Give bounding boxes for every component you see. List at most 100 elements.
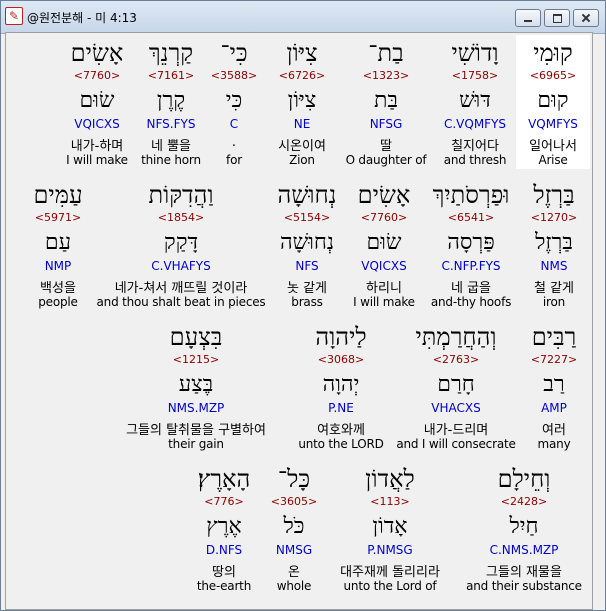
word-cell[interactable]: עַמִּים <5971> עַם NMP 백성을 people [28,177,88,311]
hebrew-word: וַהֲדִקּוֹת [148,181,214,209]
close-button[interactable] [573,9,599,27]
hebrew-word: הָאָרֶץ׃ [197,465,251,493]
strongs-number[interactable]: <5971> [28,211,88,224]
korean-gloss: 내가-하며 [70,139,124,154]
word-cell[interactable]: הָאָרֶץ׃ <776> אֶרֶץ D.NFS 땅의 the-earth [186,461,262,595]
app-icon: ✎ [5,7,23,25]
parsing-code: NFSG [369,117,403,131]
strongs-number[interactable]: <6541> [426,211,516,224]
strongs-number[interactable]: <6965> [516,69,590,82]
english-gloss: the-earth [196,579,252,593]
korean-gloss: 네가-쳐서 깨뜨릴 것이라 [114,281,248,296]
word-cell[interactable]: נְחוּשָׁה <5154> נְחוּשָׁה NFS 놋 같게 bras… [272,177,342,311]
analysis-panel: קוּמִי <6965> קוּם VQMFYS 일어나서 Arise וָד… [5,32,593,610]
strongs-number[interactable]: <776> [186,495,262,508]
word-cell[interactable]: בַת־ <1323> בַּת NFSG 딸 O daughter of [346,35,427,169]
parsing-code: NMSG [275,543,313,557]
parsing-code: C.NMS.MZP [489,543,559,557]
strongs-number[interactable]: <1758> [436,69,514,82]
word-cell[interactable]: וָדוֹשִׁי <1758> דּוּשׁ C.VQMFYS 칠지어다 an… [436,35,514,169]
parsing-code: C.VQMFYS [443,117,507,131]
hebrew-word: בַת־ [368,39,404,67]
korean-gloss: 놋 같게 [286,281,327,296]
lemma: בֶּצַע [178,372,214,397]
lemma: נְחוּשָׁה [279,230,335,255]
hebrew-word: בַּרְזֶל [533,181,575,209]
lemma: חָרַם [437,372,475,397]
strongs-number[interactable]: <7227> [520,353,588,366]
word-cell[interactable]: וְחֵילָם <2428> חַיִל C.NMS.MZP 그들의 재물을 … [466,461,582,595]
lemma: כֹּל [283,514,305,539]
strongs-number[interactable]: <7760> [62,69,132,82]
strongs-number[interactable]: <1323> [346,69,426,82]
strongs-number[interactable]: <2428> [476,495,572,508]
word-cell[interactable]: וַהֲדִקּוֹת <1854> דָּקַק C.VHAFYS 네가-쳐서… [97,177,266,311]
hebrew-word: וְחֵילָם [497,465,551,493]
strongs-number[interactable]: <3068> [300,353,382,366]
strongs-number[interactable]: <5154> [272,211,342,224]
lemma: קֶרֶן [156,88,186,113]
korean-gloss: 땅의 [212,565,236,580]
word-cell[interactable]: וְהַחֲרַמְתִּי <2763> חָרַם VHACXS 내가-드리… [396,319,516,453]
lemma: בַּרְזֶל [535,230,573,255]
parsing-code: NFS.FYS [146,117,196,131]
korean-gloss: 그들의 재물을 [486,565,562,580]
word-cell[interactable]: אָשִׂים <7760> שׂוּם VQICXS 내가-하며 I will… [62,35,132,169]
word-cell[interactable]: רַבִּים <7227> רַב AMP 여러 many [520,319,588,453]
parsing-code: NMS.MZP [167,401,225,415]
word-cell[interactable]: לַיהוָה <3068> יְהוָה P.NE 여호와께 unto the… [298,319,383,453]
lemma: דּוּשׁ [459,88,491,113]
korean-gloss: 여호와께 [317,423,365,438]
hebrew-word: קוּמִי [533,39,573,67]
lemma: רַב [543,372,565,397]
parsing-code: VQICXS [74,117,120,131]
hebrew-word: עַמִּים [33,181,83,209]
strongs-number[interactable]: <7161> [136,69,206,82]
hebrew-word: לַיהוָה [315,323,367,351]
parsing-code: P.NE [328,401,354,415]
strongs-number[interactable]: <7760> [346,211,422,224]
hebrew-word: צִיּוֹן [286,39,318,67]
maximize-button[interactable] [544,9,570,27]
strongs-number[interactable]: <2763> [406,353,506,366]
minimize-button[interactable] [515,9,541,27]
lemma: דָּקַק [163,230,199,255]
parsing-code: VQMFYS [528,117,578,131]
hebrew-word: כָּל־ [277,465,311,493]
hebrew-word: אָשִׂים [70,39,124,67]
strongs-number[interactable]: <1215> [136,353,256,366]
verse-row: רַבִּים <7227> רַב AMP 여러 many וְהַחֲרַמ… [6,319,592,455]
lemma: אֶרֶץ [206,514,242,539]
strongs-number[interactable]: <3605> [264,495,324,508]
lemma: עַם [44,230,72,255]
lemma: שׂוּם [79,88,115,113]
title-bar[interactable]: ✎ @원전분해 - 미 4:13 [1,1,605,34]
lemma: צִיּוֹן [287,88,317,113]
parsing-code: AMP [541,401,567,415]
word-cell[interactable]: לַאֲדוֹן <113> אָדוֹן P.NMSG 대주재께 돌리리라 u… [340,461,440,595]
lemma: שׂוּם [366,230,402,255]
hebrew-word: בִּצְעָם [169,323,223,351]
parsing-code: P.NMSG [367,543,413,557]
english-gloss: people [38,295,78,309]
hebrew-word: נְחוּשָׁה [277,181,337,209]
window-title: @원전분해 - 미 4:13 [27,11,137,25]
word-cell[interactable]: בִּצְעָם <1215> בֶּצַע NMS.MZP 그들의 탈취물을 … [126,319,266,453]
strongs-number[interactable]: <3588> [206,69,262,82]
parsing-code: C [229,117,239,131]
strongs-number[interactable]: <1270> [526,211,582,224]
lemma: כִּי [225,88,243,113]
strongs-number[interactable]: <113> [340,495,440,508]
parsing-code: C.VHAFYS [151,259,211,273]
parsing-code: NFS [295,259,319,273]
window-controls [515,9,599,27]
lemma: חַיִל [509,514,539,539]
strongs-number[interactable]: <6726> [268,69,336,82]
lemma: בַּת [373,88,399,113]
hebrew-word: וְהַחֲרַמְתִּי [415,323,497,351]
strongs-number[interactable]: <1854> [126,211,236,224]
parsing-code: C.NFP.FYS [441,259,501,273]
parsing-code: NMS [540,259,568,273]
hebrew-word: רַבִּים [531,323,577,351]
verse-row: קוּמִי <6965> קוּם VQMFYS 일어나서 Arise וָד… [6,35,592,171]
